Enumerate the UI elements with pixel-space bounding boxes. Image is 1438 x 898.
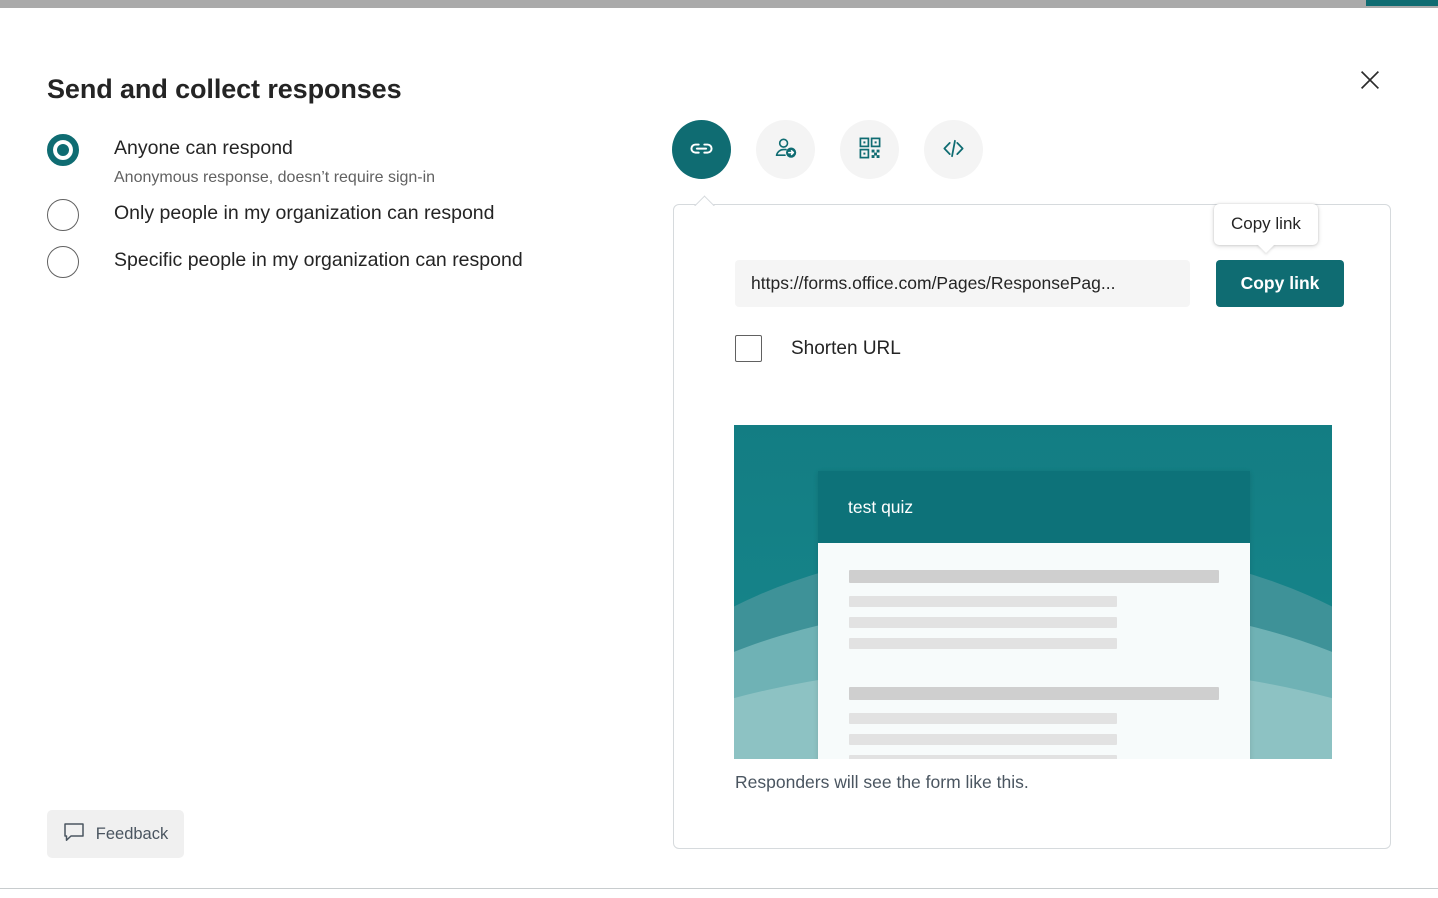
skeleton-heading <box>849 570 1219 583</box>
dialog-bottom-border <box>0 888 1438 889</box>
feedback-button[interactable]: Feedback <box>47 810 184 858</box>
skeleton-line <box>849 734 1117 745</box>
preview-form-title: test quiz <box>848 497 913 518</box>
radio-specific-people-in-my-organization[interactable]: Specific people in my organization can r… <box>47 245 627 278</box>
share-method-tabs <box>672 120 983 179</box>
feedback-label: Feedback <box>96 825 168 844</box>
skeleton-gap <box>849 659 1219 687</box>
shorten-url-checkbox[interactable] <box>735 335 762 362</box>
radio-label: Anyone can respond <box>114 137 293 159</box>
share-url-input[interactable] <box>735 260 1190 307</box>
skeleton-line <box>849 596 1117 607</box>
radio-sublabel: Anonymous response, doesn’t require sign… <box>114 166 435 190</box>
panel-pointer-notch <box>694 195 716 206</box>
radio-label: Specific people in my organization can r… <box>114 249 523 271</box>
radio-texts: Anyone can respond Anonymous response, d… <box>114 133 435 190</box>
code-embed-icon <box>940 135 967 165</box>
window-top-strip <box>0 0 1438 8</box>
skeleton-line <box>849 617 1117 628</box>
radio-label: Only people in my organization can respo… <box>114 202 494 224</box>
radio-texts: Specific people in my organization can r… <box>114 245 523 273</box>
tab-qr-code[interactable] <box>840 120 899 179</box>
shorten-url-label: Shorten URL <box>791 338 901 360</box>
skeleton-line <box>849 755 1117 759</box>
skeleton-line <box>849 638 1117 649</box>
page-title: Send and collect responses <box>47 74 402 105</box>
close-button[interactable] <box>1345 56 1395 106</box>
person-add-icon <box>772 134 800 165</box>
window-top-accent <box>1366 0 1438 6</box>
preview-form-body <box>818 543 1250 759</box>
copy-link-button[interactable]: Copy link <box>1216 260 1344 307</box>
tab-link[interactable] <box>672 120 731 179</box>
shorten-url-checkbox-row[interactable]: Shorten URL <box>735 335 901 362</box>
radio-only-people-in-my-organization[interactable]: Only people in my organization can respo… <box>47 198 627 231</box>
radio-anyone-can-respond[interactable]: Anyone can respond Anonymous response, d… <box>47 133 627 190</box>
skeleton-line <box>849 713 1117 724</box>
qr-code-icon <box>857 135 883 164</box>
copy-link-tooltip: Copy link <box>1214 204 1318 245</box>
tab-invite-people[interactable] <box>756 120 815 179</box>
close-icon <box>1359 69 1381 94</box>
preview-form-card: test quiz <box>818 471 1250 759</box>
share-url-row: Copy link <box>735 260 1344 307</box>
send-collect-responses-dialog: Send and collect responses Anyone can re… <box>0 8 1438 888</box>
preview-form-header: test quiz <box>818 471 1250 543</box>
skeleton-heading <box>849 687 1219 700</box>
form-preview-thumbnail: test quiz <box>734 425 1332 759</box>
radio-texts: Only people in my organization can respo… <box>114 198 494 226</box>
tab-embed-code[interactable] <box>924 120 983 179</box>
speech-bubble-icon <box>63 822 85 846</box>
share-link-panel: Copy link Shorten URL test quiz <box>673 204 1391 849</box>
audience-radio-group: Anyone can respond Anonymous response, d… <box>47 133 627 293</box>
radio-mark <box>47 246 79 278</box>
radio-mark-selected <box>47 134 79 166</box>
radio-mark <box>47 199 79 231</box>
link-icon <box>688 135 715 165</box>
preview-caption: Responders will see the form like this. <box>735 772 1029 793</box>
